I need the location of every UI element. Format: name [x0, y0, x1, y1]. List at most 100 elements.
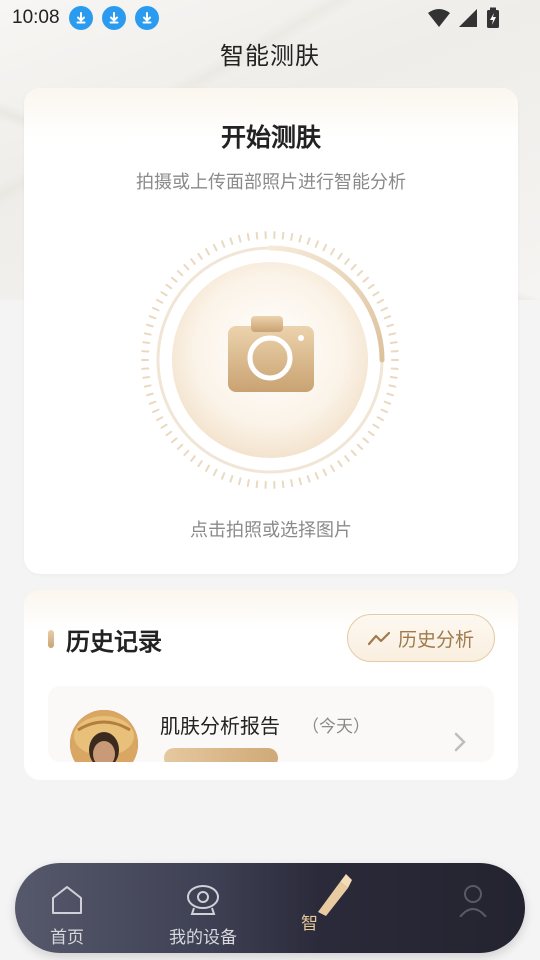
ring-tick	[298, 234, 302, 243]
wifi-icon	[428, 9, 450, 27]
nav-item-smart-skin[interactable]: 智	[297, 863, 367, 953]
ring-tick	[238, 477, 242, 486]
ring-tick	[344, 455, 350, 462]
card-subtitle: 拍摄或上传面部照片进行智能分析	[136, 172, 406, 193]
ring-tick	[246, 232, 250, 241]
device-icon	[187, 885, 219, 915]
ring-tick	[143, 384, 152, 388]
nav-item-devices[interactable]: 我的设备	[163, 863, 243, 953]
ring-tick	[337, 460, 343, 468]
history-title: 历史记录	[66, 628, 162, 656]
ring-tick	[190, 455, 196, 462]
ring-tick	[152, 306, 160, 312]
ring-tick	[221, 472, 226, 480]
home-icon	[52, 886, 82, 914]
status-bar: 10:08	[0, 0, 540, 36]
ring-tick	[145, 392, 154, 397]
ring-tick	[356, 443, 364, 450]
ring-tick	[212, 468, 218, 477]
history-analysis-label: 历史分析	[397, 628, 474, 651]
ring-tick	[281, 480, 285, 489]
trend-line-icon	[367, 631, 390, 646]
ring-tick	[344, 258, 350, 265]
ring-tick	[155, 298, 164, 304]
ring-tick	[350, 263, 357, 271]
avatar	[70, 710, 138, 762]
card-heading: 开始测肤	[220, 123, 321, 152]
ring-tick	[238, 234, 242, 243]
download-icon	[134, 6, 159, 30]
camera-capture-button[interactable]	[140, 230, 400, 490]
bottom-nav: 首页 我的设备 智	[15, 863, 525, 953]
nav-label-smart-skin: 智	[301, 914, 318, 934]
page-title: 智能测肤	[220, 42, 320, 70]
ring-tick	[388, 332, 397, 336]
camera-ring-graphic	[141, 231, 399, 489]
cellular-signal-icon	[459, 9, 477, 27]
ring-tick	[362, 276, 370, 283]
history-analysis-button[interactable]: 历史分析	[347, 614, 495, 662]
ring-tick	[380, 306, 388, 312]
ring-tick	[148, 315, 157, 320]
ring-tick	[306, 237, 311, 245]
ring-tick	[314, 240, 319, 248]
ring-tick	[290, 232, 294, 241]
camera-hint: 点击拍照或选择图片	[190, 520, 352, 541]
ring-tick	[183, 449, 190, 457]
ring-tick	[160, 291, 168, 297]
ring-tick	[176, 270, 184, 277]
ring-tick	[337, 252, 343, 260]
status-icons	[428, 7, 500, 29]
ring-tick	[205, 248, 210, 256]
ring-tick	[165, 283, 173, 290]
ring-tick	[383, 315, 392, 320]
battery-charging-icon	[487, 7, 499, 28]
report-tag	[164, 748, 278, 762]
ring-tick	[176, 443, 184, 450]
ring-tick	[221, 240, 226, 248]
ring-tick	[212, 243, 218, 252]
ring-tick	[155, 416, 164, 422]
ring-tick	[229, 475, 234, 483]
section-accent-bar	[48, 630, 54, 648]
nav-item-profile[interactable]	[443, 863, 503, 953]
ring-tick	[388, 384, 397, 388]
ring-tick	[255, 480, 259, 489]
list-item[interactable]: 肌肤分析报告 （今天）	[48, 686, 494, 762]
ring-tick	[322, 468, 328, 477]
ring-tick	[170, 437, 178, 444]
ring-tick	[314, 472, 319, 480]
ring-tick	[383, 400, 392, 405]
status-time: 10:08	[12, 7, 60, 28]
ring-tick	[372, 423, 380, 429]
ring-tick	[145, 323, 154, 328]
ring-tick	[322, 243, 328, 252]
ring-tick	[306, 475, 311, 483]
ring-tick	[142, 341, 151, 345]
ring-tick	[350, 449, 357, 457]
download-icon	[101, 6, 126, 30]
ring-tick	[205, 464, 210, 472]
ring-tick	[170, 276, 178, 283]
ring-tick	[165, 430, 173, 437]
ring-tick	[376, 416, 385, 422]
nav-item-home[interactable]: 首页	[37, 863, 97, 953]
ring-tick	[281, 231, 285, 240]
ring-tick	[298, 477, 302, 486]
ring-tick	[160, 423, 168, 429]
nav-label-home: 首页	[50, 928, 84, 948]
ring-tick	[367, 430, 375, 437]
ring-tick	[190, 258, 196, 265]
ring-tick	[372, 291, 380, 297]
ring-tick	[356, 270, 364, 277]
ring-tick	[229, 237, 234, 245]
ring-tick	[290, 479, 294, 488]
ring-tick	[143, 332, 152, 336]
ring-tick	[255, 231, 259, 240]
ring-tick	[142, 375, 151, 379]
ring-tick	[183, 263, 190, 271]
history-card: 历史记录 历史分析 肌肤分析报告 （今天）	[24, 590, 518, 780]
ring-tick	[197, 460, 203, 468]
skin-test-card: 开始测肤 拍摄或上传面部照片进行智能分析 点击拍照或选择图片	[24, 88, 518, 574]
chevron-right-icon	[454, 732, 466, 752]
